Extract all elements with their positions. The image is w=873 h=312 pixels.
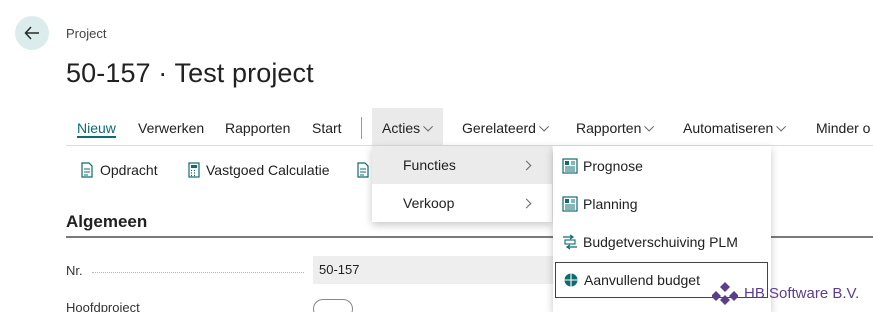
action-minder-label: Minder o (816, 120, 871, 136)
menu-item-verkoop-label: Verkoop (403, 195, 455, 211)
section-title: Algemeen (66, 212, 148, 231)
action-minder[interactable]: Minder o (816, 108, 873, 146)
action-nieuw[interactable]: Nieuw (77, 108, 116, 146)
action-separator (361, 117, 362, 139)
globe-budget-icon (564, 273, 578, 287)
action-gerelateerd-label: Gerelateerd (462, 120, 536, 136)
document-icon (357, 162, 369, 178)
action-start-label: Start (312, 120, 342, 136)
chevron-down-icon (539, 121, 549, 132)
back-button[interactable] (15, 16, 49, 50)
vastgoed-calculatie-label: Vastgoed Calculatie (206, 162, 330, 178)
menu-item-budgetverschuiving-label: Budgetverschuiving PLM (583, 234, 738, 250)
action-acties[interactable]: Acties (372, 108, 444, 146)
action-automatiseren[interactable]: Automatiseren (683, 108, 787, 146)
menu-item-prognose-label: Prognose (583, 158, 643, 174)
arrow-left-icon (24, 26, 39, 40)
calculator-icon (188, 162, 200, 178)
action-acties-label: Acties (382, 120, 421, 136)
menu-item-aanvullend-budget-label: Aanvullend budget (584, 272, 700, 288)
action-verwerken[interactable]: Verwerken (138, 108, 204, 146)
opdracht-button[interactable]: Opdracht (80, 152, 158, 188)
transfer-icon (563, 234, 577, 250)
page-caption: Project (66, 26, 107, 41)
menu-item-functies-label: Functies (403, 157, 456, 173)
action-rapporten-menu[interactable]: Rapporten (576, 108, 655, 146)
menu-item-planning-label: Planning (583, 196, 638, 212)
partial-action-button[interactable] (356, 152, 372, 188)
action-rapporten[interactable]: Rapporten (225, 108, 290, 146)
menu-item-budgetverschuiving[interactable]: Budgetverschuiving PLM (553, 223, 771, 261)
action-verwerken-label: Verwerken (138, 120, 205, 136)
watermark: HB Software B.V. (712, 280, 859, 306)
document-icon (81, 162, 93, 178)
action-bar: Nieuw Verwerken Rapporten Start Acties G… (66, 108, 873, 146)
watermark-text: HB Software B.V. (744, 284, 860, 302)
action-gerelateerd[interactable]: Gerelateerd (462, 108, 549, 146)
chevron-right-icon (521, 160, 532, 171)
chevron-right-icon (521, 198, 532, 209)
menu-item-planning[interactable]: Planning (553, 185, 771, 223)
active-underline (77, 136, 116, 138)
toggle-switch[interactable] (313, 299, 353, 312)
menu-item-functies[interactable]: Functies (372, 146, 552, 184)
acties-menu: Functies Verkoop (372, 146, 552, 222)
action-rapporten-label: Rapporten (225, 120, 291, 136)
second-field-label: Hoofdproject (66, 300, 140, 312)
chevron-down-icon (644, 121, 655, 132)
report-icon (562, 158, 578, 174)
action-nieuw-label: Nieuw (77, 120, 116, 136)
action-automatiseren-label: Automatiseren (683, 120, 774, 136)
opdracht-label: Opdracht (100, 162, 158, 178)
action-rapporten-menu-label: Rapporten (576, 120, 642, 136)
report-icon (562, 196, 578, 212)
action-start[interactable]: Start (312, 108, 342, 146)
nr-label: Nr. (66, 263, 83, 278)
menu-item-prognose[interactable]: Prognose (553, 147, 771, 185)
nr-field[interactable]: 50-157 (313, 256, 583, 284)
hb-software-logo-icon (712, 282, 738, 305)
menu-item-verkoop[interactable]: Verkoop (372, 184, 552, 222)
chevron-down-icon (776, 121, 787, 132)
page-title: 50-157 · Test project (66, 58, 314, 88)
vastgoed-calculatie-button[interactable]: Vastgoed Calculatie (188, 152, 329, 188)
dotted-leader (92, 272, 304, 273)
chevron-down-icon (423, 121, 434, 132)
